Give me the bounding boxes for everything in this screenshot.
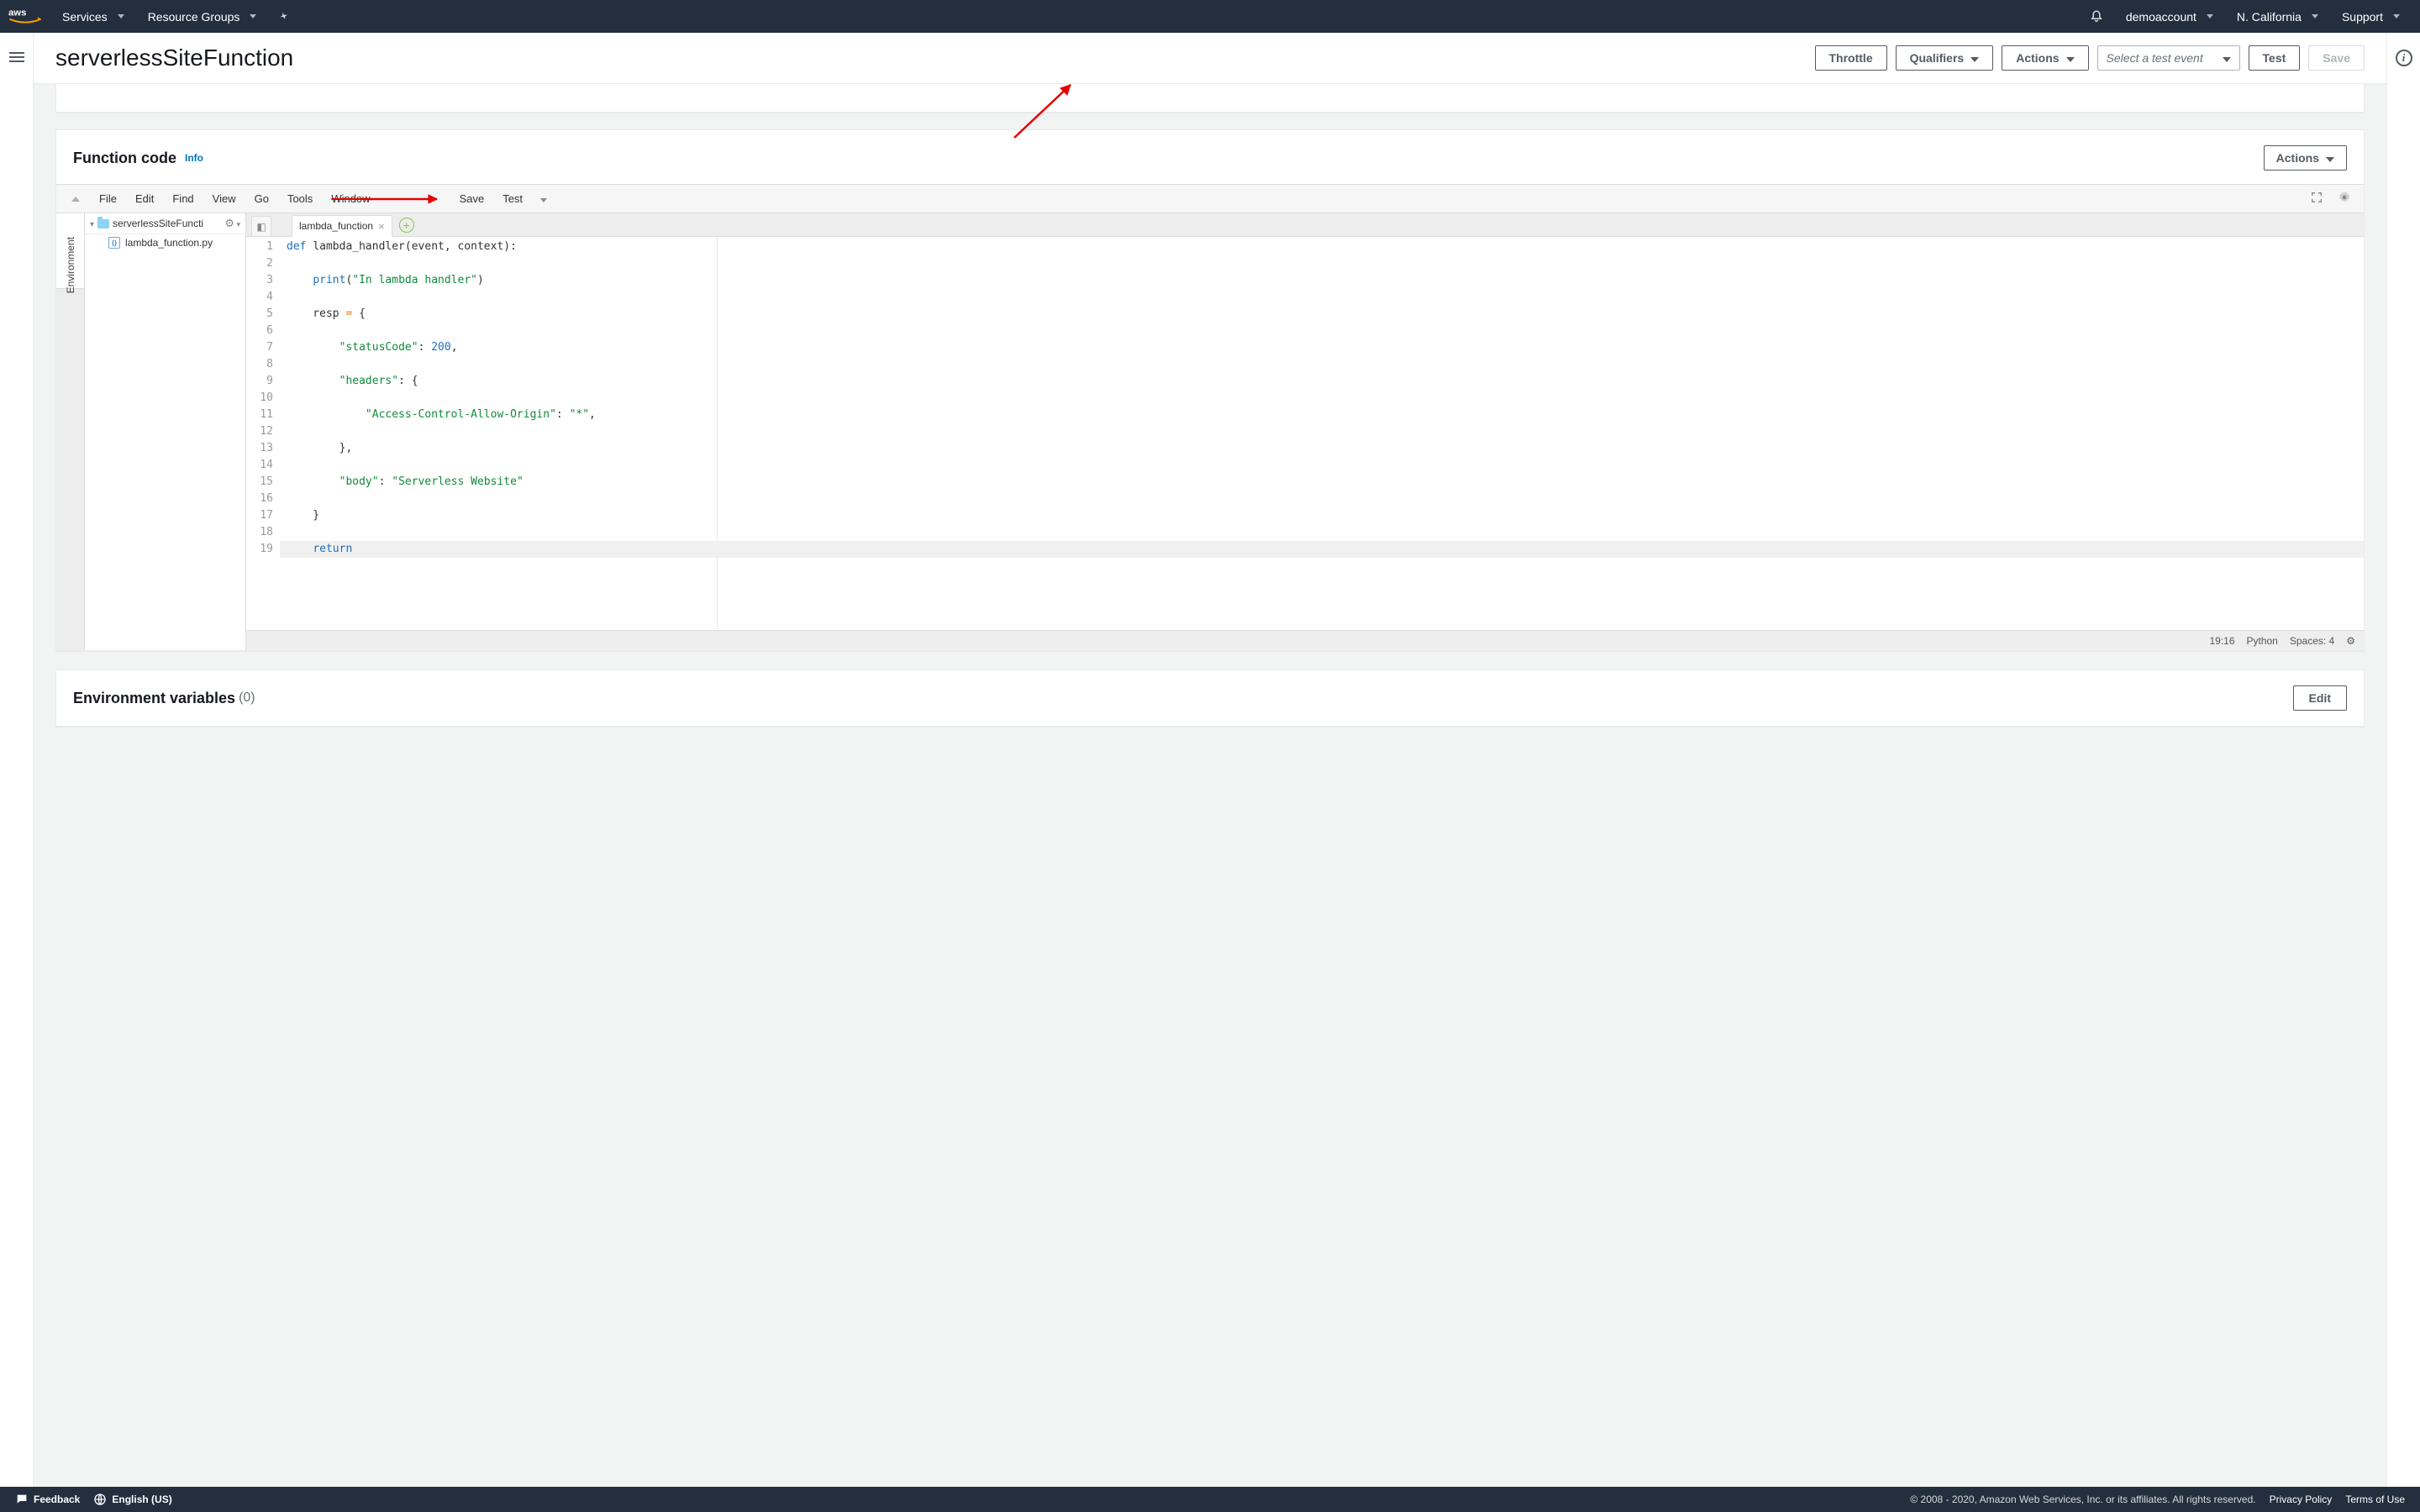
function-code-title: Function code xyxy=(73,150,176,167)
menu-window[interactable]: Window xyxy=(322,192,379,205)
menu-save[interactable]: Save xyxy=(450,192,494,205)
language-mode[interactable]: Python xyxy=(2247,635,2278,647)
ide-settings-icon[interactable] xyxy=(2330,190,2359,207)
right-rail: i xyxy=(2386,33,2420,1487)
env-vars-count: (0) xyxy=(239,690,255,706)
menu-view[interactable]: View xyxy=(203,192,245,205)
new-tab-icon[interactable]: + xyxy=(399,218,414,233)
collapse-toggle-icon[interactable] xyxy=(71,197,80,202)
resource-groups-menu[interactable]: Resource Groups xyxy=(136,0,269,33)
save-button[interactable]: Save xyxy=(2308,45,2365,71)
collapsed-panel xyxy=(55,84,2365,113)
code-editor[interactable]: 12345678910111213141516171819 def lambda… xyxy=(246,237,2364,630)
file-tree: serverlessSiteFuncti ⚙ ⟨⟩ lambda_functio… xyxy=(85,213,246,650)
code-actions-button[interactable]: Actions xyxy=(2264,145,2347,171)
menu-file[interactable]: File xyxy=(90,192,126,205)
aws-logo[interactable]: aws xyxy=(0,7,50,27)
menu-edit[interactable]: Edit xyxy=(126,192,163,205)
notifications-icon[interactable] xyxy=(2079,9,2114,24)
root-folder-label: serverlessSiteFuncti xyxy=(113,218,203,229)
services-menu[interactable]: Services xyxy=(50,0,136,33)
pin-icon[interactable] xyxy=(268,11,300,23)
fullscreen-icon[interactable] xyxy=(2303,191,2330,207)
region-menu[interactable]: N. California xyxy=(2225,0,2330,33)
actions-button[interactable]: Actions xyxy=(2002,45,2088,71)
page-title: serverlessSiteFunction xyxy=(55,45,1807,71)
left-rail xyxy=(0,33,34,1487)
env-vars-title: Environment variables xyxy=(73,690,235,707)
file-tree-item[interactable]: ⟨⟩ lambda_function.py xyxy=(85,234,245,251)
cloud9-ide: File Edit Find View Go Tools Window Save xyxy=(56,184,2364,650)
editor-tabbar: ◧ lambda_function× + xyxy=(246,213,2364,237)
cursor-position: 19:16 xyxy=(2209,635,2234,647)
help-icon[interactable]: i xyxy=(2396,50,2412,66)
account-menu[interactable]: demoaccount xyxy=(2114,0,2225,33)
menu-tools[interactable]: Tools xyxy=(278,192,322,205)
python-file-icon: ⟨⟩ xyxy=(108,237,120,249)
file-tree-root[interactable]: serverlessSiteFuncti ⚙ xyxy=(85,213,245,234)
status-settings-icon[interactable]: ⚙ xyxy=(2346,635,2355,647)
throttle-button[interactable]: Throttle xyxy=(1815,45,1887,71)
feedback-link[interactable]: Feedback xyxy=(15,1493,80,1506)
environment-variables-panel: Environment variables (0) Edit xyxy=(55,669,2365,727)
menu-go[interactable]: Go xyxy=(245,192,278,205)
qualifiers-button[interactable]: Qualifiers xyxy=(1896,45,1994,71)
menu-test[interactable]: Test xyxy=(493,192,532,205)
console-footer: Feedback English (US) © 2008 - 2020, Ama… xyxy=(0,1487,2420,1512)
privacy-link[interactable]: Privacy Policy xyxy=(2270,1494,2333,1505)
page-header: serverlessSiteFunction Throttle Qualifie… xyxy=(34,33,2386,84)
env-vars-edit-button[interactable]: Edit xyxy=(2293,685,2347,711)
tree-settings-icon[interactable]: ⚙ xyxy=(224,217,240,230)
copyright-text: © 2008 - 2020, Amazon Web Services, Inc.… xyxy=(1910,1494,2255,1505)
hamburger-icon[interactable] xyxy=(9,50,24,65)
file-label: lambda_function.py xyxy=(125,237,213,249)
environment-tab-label[interactable]: Environment xyxy=(65,237,76,293)
language-select[interactable]: English (US) xyxy=(93,1493,171,1506)
menu-find[interactable]: Find xyxy=(163,192,203,205)
info-link[interactable]: Info xyxy=(185,152,203,164)
test-event-select[interactable]: Select a test event xyxy=(2097,45,2240,71)
indent-setting[interactable]: Spaces: 4 xyxy=(2290,635,2334,647)
support-menu[interactable]: Support xyxy=(2330,0,2412,33)
ide-menubar: File Edit Find View Go Tools Window Save xyxy=(56,185,2364,213)
folder-icon xyxy=(97,219,109,228)
test-button[interactable]: Test xyxy=(2249,45,2301,71)
close-tab-icon[interactable]: × xyxy=(378,220,385,233)
menu-overflow[interactable] xyxy=(532,192,555,205)
terms-link[interactable]: Terms of Use xyxy=(2345,1494,2405,1505)
global-nav: aws Services Resource Groups demoaccount… xyxy=(0,0,2420,33)
svg-text:aws: aws xyxy=(8,8,26,18)
editor-tab[interactable]: lambda_function× xyxy=(292,215,392,237)
editor-statusbar: 19:16 Python Spaces: 4 ⚙ xyxy=(246,630,2364,650)
function-code-panel: Function code Info Actions File Edit Fin… xyxy=(55,129,2365,651)
panel-toggle-icon[interactable]: ◧ xyxy=(251,216,271,236)
